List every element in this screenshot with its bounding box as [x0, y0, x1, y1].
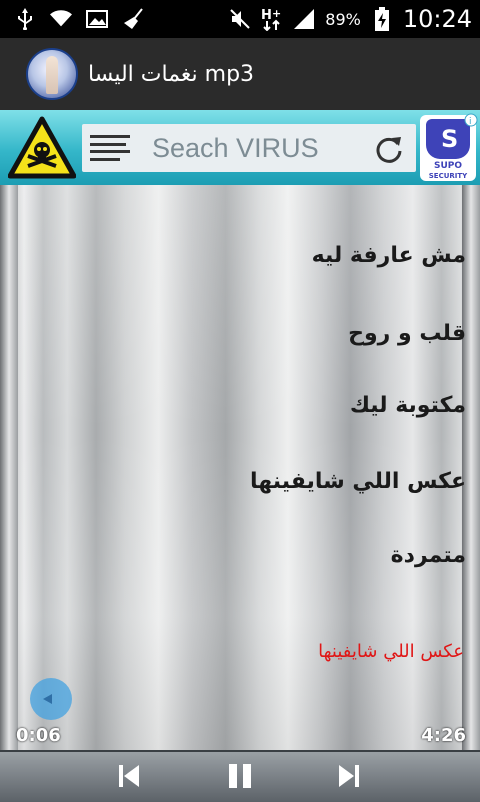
- supo-sub: SECURITY: [428, 172, 468, 180]
- app-title: نغمات اليسا mp3: [88, 61, 255, 87]
- battery-level: 89%: [325, 9, 361, 29]
- status-bar: H + 89% 10:24: [0, 0, 480, 38]
- previous-icon: [119, 765, 139, 787]
- clock: 10:24: [402, 5, 472, 33]
- total-time: 4:26: [421, 725, 466, 746]
- refresh-icon: [374, 134, 404, 164]
- svg-text:H: H: [261, 8, 272, 23]
- menu-icon: [90, 131, 130, 165]
- list-item[interactable]: مكتوبة ليك: [350, 393, 466, 418]
- controls-bar: [0, 750, 480, 802]
- next-icon: [339, 765, 359, 787]
- app-icon[interactable]: [26, 48, 78, 100]
- previous-button[interactable]: [112, 760, 146, 792]
- ad-search-text: Seach VIRUS: [152, 132, 319, 163]
- list-item[interactable]: متمردة: [391, 543, 466, 568]
- image-icon: [86, 8, 108, 30]
- hazard-icon: [7, 116, 77, 180]
- usb-icon: [14, 8, 36, 30]
- now-playing-title: عكس اللي شايفينها: [318, 641, 464, 662]
- list-item[interactable]: قلب و روح: [348, 321, 466, 346]
- list-item[interactable]: عكس اللي شايفينها: [250, 469, 466, 494]
- pause-button[interactable]: [223, 760, 257, 792]
- pause-icon: [229, 764, 251, 788]
- app-bar: نغمات اليسا mp3: [0, 38, 480, 110]
- data-icon: H +: [261, 7, 283, 31]
- wifi-icon: [50, 8, 72, 30]
- next-button[interactable]: [332, 760, 366, 792]
- ad-search-box[interactable]: Seach VIRUS: [82, 124, 416, 172]
- signal-icon: [293, 8, 315, 30]
- battery-charging-icon: [371, 7, 393, 31]
- player-area: ​ مش عارفة ليه قلب و روح مكتوبة ليك عكس …: [0, 185, 480, 802]
- seek-handle[interactable]: [30, 678, 72, 720]
- current-time: 0:06: [16, 725, 61, 746]
- mute-icon: [229, 8, 251, 30]
- svg-text:i: i: [469, 117, 472, 127]
- ad-choices-icon[interactable]: i: [464, 112, 478, 127]
- broom-icon: [122, 8, 144, 30]
- supo-brand: SUPO: [433, 161, 463, 171]
- list-item[interactable]: مش عارفة ليه: [312, 243, 466, 268]
- left-frame: [0, 185, 18, 765]
- ad-banner[interactable]: Seach VIRUS SUPOSECURITY i: [0, 110, 480, 185]
- svg-text:+: +: [272, 7, 281, 20]
